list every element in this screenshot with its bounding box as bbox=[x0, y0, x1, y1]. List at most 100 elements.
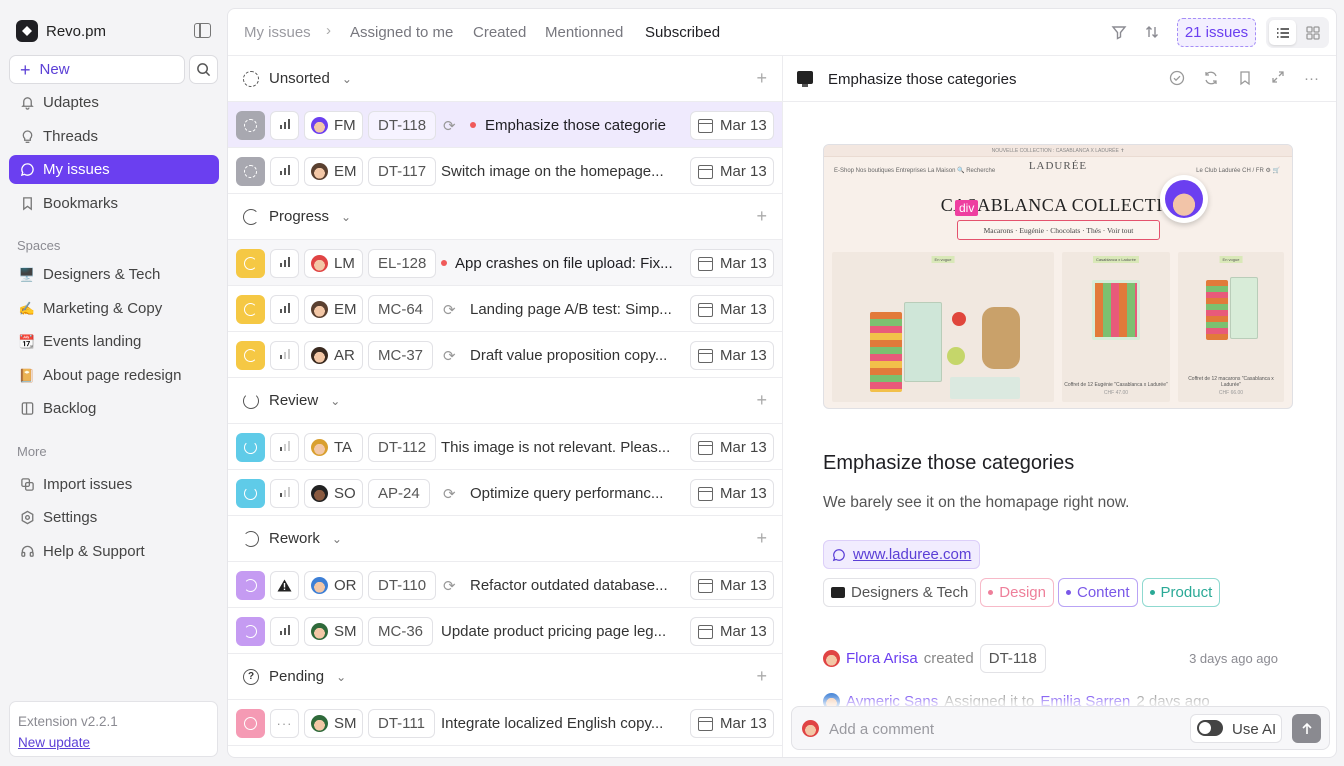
add-issue-icon[interactable]: + bbox=[756, 390, 767, 411]
due-date-chip[interactable]: Mar 13 bbox=[690, 571, 774, 600]
tab-subscribed[interactable]: Subscribed bbox=[645, 24, 720, 41]
space-item-marketing-copy[interactable]: ✍️ Marketing & Copy bbox=[9, 294, 219, 323]
expand-icon[interactable] bbox=[1271, 70, 1285, 88]
chevron-down-icon[interactable]: ⌄ bbox=[342, 72, 352, 86]
status-unsorted-icon[interactable] bbox=[236, 111, 265, 140]
space-item-backlog[interactable]: Backlog bbox=[9, 394, 219, 423]
assignee-chip[interactable]: OR bbox=[304, 571, 363, 600]
issue-row[interactable]: TA DT-112 This image is not relevant. Pl… bbox=[228, 424, 782, 470]
chevron-down-icon[interactable]: ⌄ bbox=[332, 532, 342, 546]
issue-id[interactable]: DT-118 bbox=[368, 111, 437, 140]
status-rework-icon[interactable] bbox=[236, 617, 265, 646]
assignee-chip[interactable]: TA bbox=[304, 433, 363, 462]
chevron-down-icon[interactable]: ⌄ bbox=[341, 210, 351, 224]
add-issue-icon[interactable]: + bbox=[756, 528, 767, 549]
issue-row[interactable]: OR DT-110 ⟳ Refactor outdated database..… bbox=[228, 562, 782, 608]
issue-id[interactable]: MC-36 bbox=[368, 617, 434, 646]
status-rework-icon[interactable] bbox=[236, 571, 265, 600]
priority-none-icon[interactable]: ··· bbox=[270, 709, 299, 738]
add-issue-icon[interactable]: + bbox=[756, 206, 767, 227]
list-view-icon[interactable] bbox=[1269, 20, 1296, 45]
nav-item-my-issues[interactable]: My issues bbox=[9, 155, 219, 184]
status-progress-icon[interactable] bbox=[236, 249, 265, 278]
add-issue-icon[interactable]: + bbox=[756, 68, 767, 89]
assignee-chip[interactable]: FM bbox=[304, 111, 363, 140]
assignee-chip[interactable]: EM bbox=[304, 295, 363, 324]
attachment-preview-image[interactable]: NOUVELLE COLLECTION : CASABLANCA X LADUR… bbox=[823, 144, 1293, 409]
issue-row[interactable]: EM DT-117 Switch image on the homepage..… bbox=[228, 148, 782, 194]
nav-item-updates[interactable]: Udaptes bbox=[9, 88, 219, 117]
issue-id[interactable]: MC-64 bbox=[368, 295, 434, 324]
issue-title[interactable]: Landing page A/B test: Simp... bbox=[470, 301, 682, 318]
sidebar-toggle-icon[interactable] bbox=[194, 23, 211, 38]
filter-icon[interactable] bbox=[1110, 23, 1128, 41]
due-date-chip[interactable]: Mar 13 bbox=[690, 295, 774, 324]
priority-medium-icon[interactable] bbox=[270, 617, 299, 646]
issue-title[interactable]: Update product pricing page leg... bbox=[441, 623, 681, 640]
group-header-unsorted[interactable]: Unsorted ⌄ + bbox=[228, 56, 782, 102]
due-date-chip[interactable]: Mar 13 bbox=[690, 249, 774, 278]
status-progress-icon[interactable] bbox=[236, 295, 265, 324]
more-item-import[interactable]: Import issues bbox=[9, 470, 219, 499]
issue-id[interactable]: EL-128 bbox=[368, 249, 437, 278]
assignee-chip[interactable]: AR bbox=[304, 341, 363, 370]
use-ai-toggle[interactable] bbox=[1197, 720, 1223, 736]
issue-row[interactable]: LM EL-128 App crashes on file upload: Fi… bbox=[228, 240, 782, 286]
new-update-link[interactable]: New update bbox=[18, 732, 209, 753]
issue-title[interactable]: This image is not relevant. Pleas... bbox=[441, 439, 681, 456]
due-date-chip[interactable]: Mar 13 bbox=[690, 111, 774, 140]
issue-id[interactable]: DT-117 bbox=[368, 157, 437, 186]
space-item-events-landing[interactable]: 📆 Events landing bbox=[9, 327, 219, 356]
due-date-chip[interactable]: Mar 13 bbox=[690, 341, 774, 370]
activity-user[interactable]: Flora Arisa bbox=[846, 650, 918, 667]
tag-chip-content[interactable]: Content bbox=[1058, 578, 1138, 607]
refresh-icon[interactable] bbox=[1203, 70, 1219, 90]
brand[interactable]: Revo.pm bbox=[16, 20, 106, 42]
issue-id[interactable]: DT-111 bbox=[368, 709, 435, 738]
issue-row[interactable]: ··· SM DT-111 Integrate localized Englis… bbox=[228, 700, 782, 746]
more-icon[interactable]: ··· bbox=[1304, 70, 1319, 87]
due-date-chip[interactable]: Mar 13 bbox=[690, 157, 774, 186]
issue-id[interactable]: DT-112 bbox=[368, 433, 437, 462]
priority-low-icon[interactable] bbox=[270, 341, 299, 370]
issue-row[interactable]: FM DT-118 ⟳ Emphasize those categorie Ma… bbox=[228, 102, 782, 148]
issue-title[interactable]: Emphasize those categorie bbox=[485, 117, 685, 134]
tab-assigned-to-me[interactable]: Assigned to me bbox=[350, 24, 453, 41]
due-date-chip[interactable]: Mar 13 bbox=[690, 709, 774, 738]
issue-title[interactable]: Integrate localized English copy... bbox=[441, 715, 681, 732]
due-date-chip[interactable]: Mar 13 bbox=[690, 479, 774, 508]
group-header-progress[interactable]: Progress ⌄ + bbox=[228, 194, 782, 240]
comment-input[interactable]: Add a comment bbox=[829, 721, 934, 738]
chevron-down-icon[interactable]: ⌄ bbox=[330, 394, 340, 408]
priority-medium-icon[interactable] bbox=[270, 295, 299, 324]
assignee-chip[interactable]: SM bbox=[304, 617, 363, 646]
due-date-chip[interactable]: Mar 13 bbox=[690, 617, 774, 646]
issue-title-heading[interactable]: Emphasize those categories bbox=[823, 452, 1074, 475]
nav-item-bookmarks[interactable]: Bookmarks bbox=[9, 189, 219, 218]
priority-low-icon[interactable] bbox=[270, 479, 299, 508]
issue-title[interactable]: App crashes on file upload: Fix... bbox=[455, 255, 681, 272]
status-review-icon[interactable] bbox=[236, 479, 265, 508]
issue-row[interactable]: AR MC-37 ⟳ Draft value proposition copy.… bbox=[228, 332, 782, 378]
crumb-my-issues[interactable]: My issues bbox=[244, 24, 311, 41]
search-button[interactable] bbox=[189, 55, 218, 84]
tab-mentioned[interactable]: Mentionned bbox=[545, 24, 623, 41]
status-unsorted-icon[interactable] bbox=[236, 157, 265, 186]
issue-title[interactable]: Switch image on the homepage... bbox=[441, 163, 681, 180]
send-button[interactable] bbox=[1292, 714, 1321, 743]
assignee-chip[interactable]: EM bbox=[304, 157, 363, 186]
sort-icon[interactable] bbox=[1143, 23, 1161, 41]
priority-low-icon[interactable] bbox=[270, 433, 299, 462]
issue-row[interactable]: EM MC-64 ⟳ Landing page A/B test: Simp..… bbox=[228, 286, 782, 332]
space-chip[interactable]: Designers & Tech bbox=[823, 578, 977, 607]
status-pending-icon[interactable] bbox=[236, 709, 265, 738]
priority-urgent-icon[interactable] bbox=[270, 571, 299, 600]
due-date-chip[interactable]: Mar 13 bbox=[690, 433, 774, 462]
check-circle-icon[interactable] bbox=[1169, 70, 1185, 90]
assignee-chip[interactable]: LM bbox=[304, 249, 363, 278]
bookmark-icon[interactable] bbox=[1237, 70, 1253, 90]
group-header-review[interactable]: Review ⌄ + bbox=[228, 378, 782, 424]
new-button[interactable]: + New bbox=[9, 55, 185, 84]
tag-chip-product[interactable]: Product bbox=[1141, 578, 1221, 607]
group-header-pending[interactable]: ? Pending ⌄ + bbox=[228, 654, 782, 700]
